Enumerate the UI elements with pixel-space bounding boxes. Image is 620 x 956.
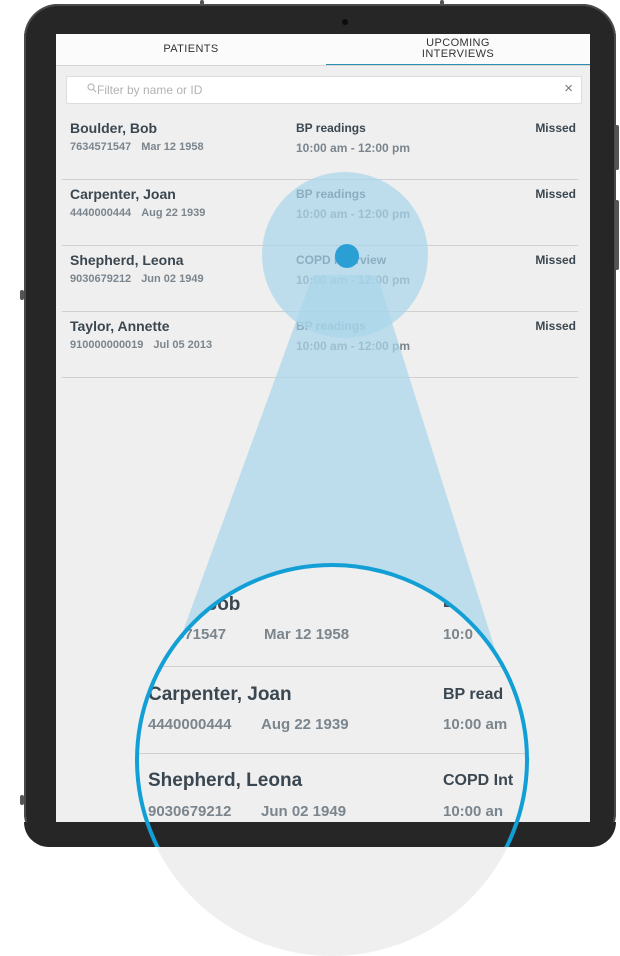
top-left-button: [200, 0, 204, 5]
tab-divider: [56, 65, 590, 66]
side-button-lower: [615, 200, 619, 270]
interview-row[interactable]: Shepherd, Leona 9030679212 Jun 02 1949 CO…: [56, 246, 590, 312]
left-button-top: [20, 290, 24, 300]
app-screen: PATIENTS UPCOMING INTERVIEWS × Boulder, …: [56, 34, 590, 822]
patient-dob: Jul 05 2013: [153, 339, 213, 351]
interview-time: 10:00 am - 12:00 pm: [296, 207, 411, 221]
patient-meta: 4440000444 Aug 22 1939: [70, 207, 205, 219]
patient-meta: 9030679212 Jun 02 1949: [70, 273, 204, 285]
row-divider: [62, 377, 578, 378]
search-bar: ×: [66, 76, 582, 104]
tablet-bezel-bottom: [24, 822, 616, 847]
patient-meta: 7634571547 Mar 12 1958: [70, 141, 204, 153]
patient-name: Shepherd, Leona: [70, 252, 184, 268]
left-button-bottom: [20, 795, 24, 805]
tab-patients-label: PATIENTS: [163, 42, 219, 55]
status-badge: Missed: [535, 187, 576, 201]
interview-time: 10:00 am - 12:00 pm: [296, 339, 411, 353]
tab-bar: PATIENTS UPCOMING INTERVIEWS: [56, 34, 590, 66]
interview-row[interactable]: Taylor, Annette 910000000019 Jul 05 2013 …: [56, 312, 590, 378]
interview-time: 10:00 am - 12:00 pm: [296, 273, 411, 287]
patient-meta: 910000000019 Jul 05 2013: [70, 339, 212, 351]
patient-id: 9030679212: [70, 273, 132, 285]
patient-id: 910000000019: [70, 339, 144, 351]
interview-type: BP readings: [296, 121, 366, 135]
patient-dob: Aug 22 1939: [141, 207, 206, 219]
tab-patients[interactable]: PATIENTS: [56, 34, 326, 64]
patient-dob: Jun 02 1949: [141, 273, 204, 285]
patient-name: Boulder, Bob: [70, 120, 158, 136]
tab-upcoming-interviews-label: UPCOMING INTERVIEWS: [421, 37, 495, 60]
interview-type: BP readings: [296, 319, 366, 333]
status-badge: Missed: [535, 319, 576, 333]
interview-type: COPD Interview: [296, 253, 387, 267]
interview-row[interactable]: Boulder, Bob 7634571547 Mar 12 1958 BP re…: [56, 114, 590, 180]
patient-dob: Mar 12 1958: [141, 141, 204, 153]
status-badge: Missed: [535, 253, 576, 267]
front-camera: [342, 19, 348, 25]
top-right-button: [440, 0, 444, 5]
search-input[interactable]: [97, 81, 537, 98]
interview-time: 10:00 am - 12:00 pm: [296, 141, 411, 155]
patient-name: Carpenter, Joan: [70, 186, 176, 202]
patient-id: 4440000444: [70, 207, 132, 219]
interview-type: BP readings: [296, 187, 366, 201]
patient-id: 7634571547: [70, 141, 132, 153]
tab-upcoming-interviews[interactable]: UPCOMING INTERVIEWS: [326, 34, 590, 64]
side-button-upper: [615, 125, 619, 170]
patient-name: Taylor, Annette: [70, 318, 170, 334]
interview-row[interactable]: Carpenter, Joan 4440000444 Aug 22 1939 BP…: [56, 180, 590, 246]
close-icon[interactable]: ×: [564, 80, 573, 97]
status-badge: Missed: [535, 121, 576, 135]
